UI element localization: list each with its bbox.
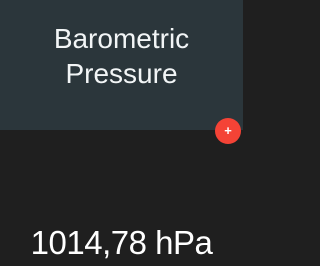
pressure-widget: Barometric Pressure + 1014,78 hPa	[0, 0, 243, 266]
pressure-value: 1014,78 hPa	[30, 224, 213, 261]
widget-header: Barometric Pressure	[0, 0, 243, 130]
add-button[interactable]: +	[215, 118, 241, 144]
widget-title-line-1: Barometric	[53, 23, 190, 54]
plus-icon: +	[224, 123, 232, 138]
widget-title-line-2: Pressure	[65, 58, 178, 89]
widget-title: Barometric Pressure	[0, 21, 243, 91]
